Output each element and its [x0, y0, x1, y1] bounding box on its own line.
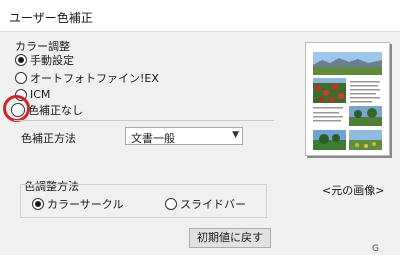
radio-auto-photo-fine-label: オートフォトファイン!EX — [30, 72, 159, 85]
radio-slide-bar[interactable]: スライドバー — [165, 196, 246, 212]
radio-slide-bar-label: スライドバー — [180, 198, 246, 211]
radio-auto-photo-fine[interactable]: オートフォトファイン!EX — [15, 70, 159, 86]
radio-selected-icon — [32, 198, 44, 210]
radio-no-correction-label: 色補正なし — [28, 104, 83, 117]
radio-manual[interactable]: 手動設定 — [15, 52, 74, 68]
chevron-down-icon: ▼ — [232, 130, 239, 140]
window-title: ユーザー色補正 — [9, 11, 93, 25]
correction-method-label: 色補正方法 — [21, 132, 76, 145]
radio-icm-label: ICM — [30, 88, 51, 101]
radio-unselected-icon — [165, 198, 177, 210]
preview-thumbnail — [306, 43, 389, 155]
reset-defaults-button[interactable]: 初期値に戻す — [189, 228, 271, 248]
correction-method-select[interactable]: 文書一般 ▼ — [125, 127, 243, 145]
correction-method-value: 文書一般 — [131, 132, 175, 145]
preview-image — [305, 42, 390, 156]
preview-caption: <元の画像> — [322, 184, 385, 197]
title-bar: ユーザー色補正 — [0, 0, 400, 32]
radio-unselected-icon — [15, 72, 27, 84]
divider — [14, 120, 274, 121]
resize-grip-icon: G — [372, 244, 379, 254]
radio-color-circle[interactable]: カラーサークル — [32, 196, 123, 212]
highlight-circle-annotation — [3, 95, 30, 122]
radio-color-circle-label: カラーサークル — [47, 198, 124, 211]
radio-selected-icon — [15, 54, 27, 66]
radio-manual-label: 手動設定 — [30, 54, 74, 67]
